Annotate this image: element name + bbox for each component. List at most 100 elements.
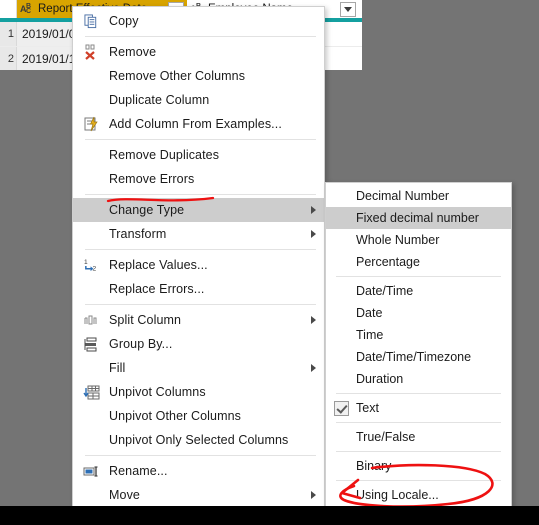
replace-values-icon: 1 2 bbox=[73, 253, 109, 277]
menu-item-rename[interactable]: Rename... bbox=[73, 459, 324, 483]
submenu-item-label: Decimal Number bbox=[356, 189, 450, 203]
no-icon-spacer bbox=[73, 88, 109, 112]
submenu-item-binary[interactable]: Binary bbox=[326, 455, 511, 477]
svg-text:2: 2 bbox=[92, 266, 96, 273]
column-context-menu[interactable]: Copy Remove Remove Other Columns Duplica… bbox=[72, 6, 325, 506]
no-icon-spacer bbox=[73, 356, 109, 380]
filter-dropdown-button-3[interactable] bbox=[340, 2, 356, 17]
menu-item-replace-errors[interactable]: Replace Errors... bbox=[73, 277, 324, 301]
menu-item-label: Duplicate Column bbox=[109, 93, 210, 107]
menu-item-split-column[interactable]: Split Column bbox=[73, 308, 324, 332]
submenu-arrow-icon bbox=[302, 364, 324, 372]
menu-item-label: Split Column bbox=[109, 313, 182, 327]
submenu-item-label: Duration bbox=[356, 372, 404, 386]
no-icon-spacer bbox=[73, 277, 109, 301]
submenu-item-duration[interactable]: Duration bbox=[326, 368, 511, 390]
menu-item-group-by[interactable]: Group By... bbox=[73, 332, 324, 356]
submenu-item-date-time[interactable]: Date/Time bbox=[326, 280, 511, 302]
menu-item-remove[interactable]: Remove bbox=[73, 40, 324, 64]
no-icon-spacer bbox=[73, 404, 109, 428]
submenu-arrow-icon bbox=[302, 491, 324, 499]
no-icon-spacer bbox=[73, 198, 109, 222]
right-strip-header bbox=[322, 0, 362, 18]
menu-item-label: Replace Errors... bbox=[109, 282, 205, 296]
menu-separator bbox=[85, 139, 316, 140]
checked-checkbox-icon[interactable] bbox=[333, 400, 349, 416]
chevron-down-icon-3 bbox=[344, 7, 352, 12]
submenu-item-percentage[interactable]: Percentage bbox=[326, 251, 511, 273]
submenu-item-decimal-number[interactable]: Decimal Number bbox=[326, 185, 511, 207]
menu-item-unpivot-columns[interactable]: Unpivot Columns bbox=[73, 380, 324, 404]
no-icon-spacer bbox=[73, 483, 109, 506]
menu-item-label: Move bbox=[109, 488, 140, 502]
submenu-item-label: Percentage bbox=[356, 255, 420, 269]
menu-item-label: Remove Duplicates bbox=[109, 148, 220, 162]
submenu-item-label: Fixed decimal number bbox=[356, 211, 479, 225]
menu-separator bbox=[85, 455, 316, 456]
menu-item-unpivot-other-columns[interactable]: Unpivot Other Columns bbox=[73, 404, 324, 428]
menu-item-move[interactable]: Move bbox=[73, 483, 324, 506]
menu-item-transform[interactable]: Transform bbox=[73, 222, 324, 246]
rename-icon bbox=[73, 459, 109, 483]
menu-separator bbox=[85, 249, 316, 250]
submenu-item-time[interactable]: Time bbox=[326, 324, 511, 346]
menu-item-duplicate-column[interactable]: Duplicate Column bbox=[73, 88, 324, 112]
change-type-submenu[interactable]: Decimal Number Fixed decimal number Whol… bbox=[325, 182, 512, 506]
app-background-surface: ABC Report Effective Date ABC Employee N… bbox=[0, 0, 539, 506]
submenu-separator bbox=[336, 422, 501, 423]
menu-item-label: Change Type bbox=[109, 203, 185, 217]
submenu-item-label: Date bbox=[356, 306, 383, 320]
menu-separator bbox=[85, 194, 316, 195]
submenu-item-label: Text bbox=[356, 401, 379, 415]
menu-item-label: Fill bbox=[109, 361, 126, 375]
submenu-separator bbox=[336, 451, 501, 452]
row-number: 1 bbox=[0, 22, 17, 46]
menu-item-label: Rename... bbox=[109, 464, 168, 478]
menu-item-label: Unpivot Only Selected Columns bbox=[109, 433, 289, 447]
submenu-item-whole-number[interactable]: Whole Number bbox=[326, 229, 511, 251]
menu-item-remove-duplicates[interactable]: Remove Duplicates bbox=[73, 143, 324, 167]
abc-text-type-icon: ABC bbox=[20, 3, 32, 15]
menu-item-change-type[interactable]: Change Type bbox=[73, 198, 324, 222]
no-icon-spacer bbox=[73, 167, 109, 191]
remove-column-icon bbox=[73, 40, 109, 64]
no-icon-spacer bbox=[73, 64, 109, 88]
menu-item-copy[interactable]: Copy bbox=[73, 9, 324, 33]
submenu-arrow-icon bbox=[302, 230, 324, 238]
submenu-item-label: Using Locale... bbox=[356, 488, 439, 502]
right-strip-row-1 bbox=[322, 22, 362, 47]
menu-separator bbox=[85, 304, 316, 305]
split-column-icon bbox=[73, 308, 109, 332]
no-icon-spacer bbox=[73, 428, 109, 452]
submenu-item-label: Date/Time/Timezone bbox=[356, 350, 472, 364]
copy-icon bbox=[73, 9, 109, 33]
submenu-item-label: Time bbox=[356, 328, 384, 342]
menu-item-remove-errors[interactable]: Remove Errors bbox=[73, 167, 324, 191]
submenu-item-label: Binary bbox=[356, 459, 392, 473]
unpivot-columns-icon bbox=[73, 380, 109, 404]
right-strip-row-2 bbox=[322, 47, 362, 70]
menu-item-label: Remove Errors bbox=[109, 172, 195, 186]
submenu-item-fixed-decimal-number[interactable]: Fixed decimal number bbox=[326, 207, 511, 229]
menu-item-replace-values[interactable]: 1 2 Replace Values... bbox=[73, 253, 324, 277]
menu-item-remove-other-columns[interactable]: Remove Other Columns bbox=[73, 64, 324, 88]
submenu-item-using-locale[interactable]: Using Locale... bbox=[326, 484, 511, 506]
submenu-item-date-time-timezone[interactable]: Date/Time/Timezone bbox=[326, 346, 511, 368]
menu-item-label: Remove bbox=[109, 45, 157, 59]
submenu-item-text[interactable]: Text bbox=[326, 397, 511, 419]
submenu-separator bbox=[336, 393, 501, 394]
menu-item-unpivot-only-selected-columns[interactable]: Unpivot Only Selected Columns bbox=[73, 428, 324, 452]
bottom-black-bar bbox=[0, 506, 539, 525]
menu-item-label: Unpivot Columns bbox=[109, 385, 206, 399]
checkbox-slot bbox=[326, 400, 356, 416]
menu-item-fill[interactable]: Fill bbox=[73, 356, 324, 380]
submenu-item-date[interactable]: Date bbox=[326, 302, 511, 324]
submenu-item-true-false[interactable]: True/False bbox=[326, 426, 511, 448]
menu-item-label: Copy bbox=[109, 14, 139, 28]
submenu-arrow-icon bbox=[302, 206, 324, 214]
submenu-item-label: Date/Time bbox=[356, 284, 414, 298]
menu-item-label: Replace Values... bbox=[109, 258, 208, 272]
menu-item-label: Group By... bbox=[109, 337, 173, 351]
no-icon-spacer bbox=[73, 143, 109, 167]
menu-item-add-column-from-examples[interactable]: Add Column From Examples... bbox=[73, 112, 324, 136]
